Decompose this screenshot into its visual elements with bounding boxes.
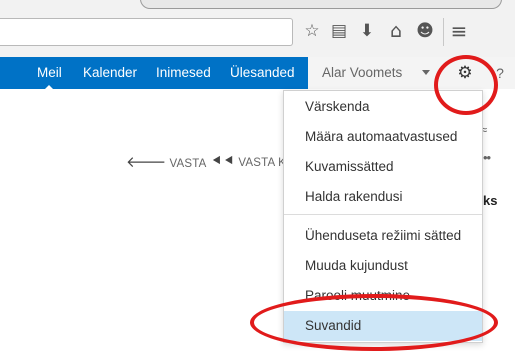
menu-icon[interactable]: ≡ (448, 19, 470, 43)
menu-item-manage-apps[interactable]: Halda rakendusi (284, 182, 482, 212)
chevron-down-icon[interactable] (422, 70, 430, 75)
message-text-fragment: ks (483, 193, 498, 208)
star-icon[interactable]: ☆ (301, 20, 323, 42)
toolbar-separator (443, 18, 444, 46)
download-icon[interactable]: ⬇ (356, 20, 378, 42)
more-icon[interactable]: •• (483, 150, 491, 165)
browser-toolbar: ☆ ▤ ⬇ ⌂ ☻ ≡ (0, 0, 515, 63)
menu-item-refresh[interactable]: Värskenda (284, 92, 482, 122)
user-area: Alar Voomets ⚙ ? (308, 57, 515, 89)
menu-item-display-settings[interactable]: Kuvamissätted (284, 152, 482, 182)
reply-label: VASTA (169, 158, 207, 170)
menu-item-options[interactable]: Suvandid (284, 311, 482, 341)
active-nav-indicator (44, 85, 54, 90)
user-name[interactable]: Alar Voomets (322, 57, 402, 88)
reply-arrow-icon: 🡐 (126, 153, 167, 171)
reply-all-label: VASTA K (238, 157, 287, 169)
reply-all-arrow-icon: ⯇⯇ (211, 152, 236, 170)
reply-button[interactable]: 🡐 VASTA (126, 152, 206, 171)
gear-icon[interactable]: ⚙ (448, 57, 482, 89)
reply-all-button[interactable]: ⯇⯇ VASTA K (211, 152, 286, 170)
menu-divider (284, 214, 482, 215)
settings-menu: Värskenda Määra automaatvastused Kuvamis… (283, 90, 483, 343)
menu-item-change-password[interactable]: Parooli muutmine (284, 281, 482, 311)
nav-item-tasks[interactable]: Ülesanded (230, 57, 295, 89)
nav-item-people[interactable]: Inimesed (156, 57, 211, 89)
home-icon[interactable]: ⌂ (385, 20, 407, 42)
tab-strip (140, 0, 502, 9)
nav-item-calendar[interactable]: Kalender (83, 57, 137, 89)
help-icon[interactable]: ? (490, 57, 510, 89)
address-bar[interactable] (0, 18, 293, 46)
menu-item-automatic-replies[interactable]: Määra automaatvastused (284, 122, 482, 152)
chat-icon[interactable]: ☻ (414, 20, 436, 42)
reading-list-icon[interactable]: ▤ (328, 20, 350, 42)
menu-item-change-theme[interactable]: Muuda kujundust (284, 251, 482, 281)
menu-item-offline-settings[interactable]: Ühenduseta režiimi sätted (284, 221, 482, 251)
